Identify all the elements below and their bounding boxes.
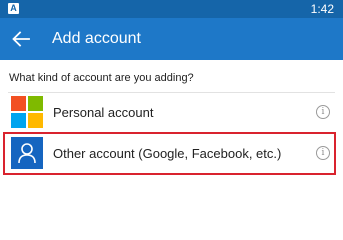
logo-blue-square [11,113,26,128]
divider [8,92,335,93]
logo-red-square [11,96,26,111]
status-time: 1:42 [310,2,334,16]
logo-green-square [28,96,43,111]
app-bar: Add account [0,18,343,60]
arrow-left-icon [12,31,30,47]
status-bar: A 1:42 [0,0,343,18]
notification-icon: A [8,3,19,14]
info-icon[interactable]: i [316,105,330,119]
page-title: Add account [52,30,141,47]
person-icon [18,143,36,164]
account-type-question: What kind of account are you adding? [9,72,194,84]
person-tile [11,137,43,169]
microsoft-logo-icon [11,96,43,128]
other-account-option[interactable]: Other account (Google, Facebook, etc.) i [7,135,337,173]
back-button[interactable] [6,24,36,54]
personal-account-option[interactable]: Personal account i [7,94,337,132]
logo-yellow-square [28,113,43,128]
personal-account-label: Personal account [53,105,154,120]
info-icon[interactable]: i [316,146,330,160]
divider [8,133,335,134]
other-account-label: Other account (Google, Facebook, etc.) [53,146,282,161]
